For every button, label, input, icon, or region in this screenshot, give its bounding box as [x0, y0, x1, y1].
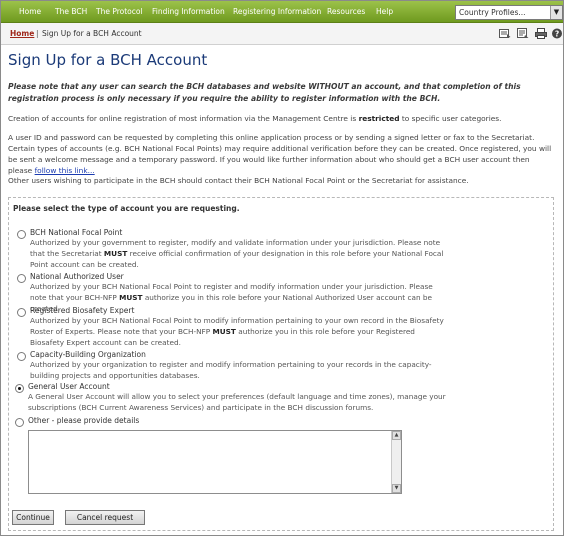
option-title-other: Other - please provide details: [28, 416, 140, 425]
form-heading: Please select the type of account you ar…: [13, 204, 240, 213]
intro-notice: Please note that any user can search the…: [8, 82, 521, 103]
desc-text-bold: MUST: [212, 326, 236, 336]
top-navigation-bar: Home The BCH The Protocol Finding Inform…: [1, 1, 563, 23]
restricted-paragraph: Creation of accounts for online registra…: [8, 113, 556, 124]
radio-bch-national-focal-point[interactable]: [17, 230, 26, 239]
radio-national-authorized-user[interactable]: [17, 274, 26, 283]
nav-registering-information[interactable]: Registering Information: [233, 7, 321, 16]
restricted-text-post: to specific user categories.: [399, 114, 502, 123]
breadcrumb: Home | Sign Up for a BCH Account ?: [1, 23, 563, 45]
nav-finding-information[interactable]: Finding Information: [152, 7, 225, 16]
document-icon[interactable]: [517, 28, 529, 39]
option-title-capacity-building-organization: Capacity-Building Organization: [30, 350, 146, 359]
option-title-general-user-account: General User Account: [28, 382, 110, 391]
help-icon[interactable]: ?: [551, 28, 563, 39]
print-icon[interactable]: [535, 28, 547, 39]
option-title-national-authorized-user: National Authorized User: [30, 272, 124, 281]
radio-general-user-account[interactable]: [15, 384, 24, 393]
radio-registered-biosafety-expert[interactable]: [17, 308, 26, 317]
breadcrumb-current: Sign Up for a BCH Account: [42, 29, 142, 38]
continue-button[interactable]: Continue: [12, 510, 54, 525]
nav-home[interactable]: Home: [19, 7, 41, 16]
chevron-down-icon[interactable]: ▼: [550, 6, 562, 19]
scroll-up-icon[interactable]: ▲: [392, 431, 401, 440]
breadcrumb-home-link[interactable]: Home: [10, 29, 34, 38]
desc-text-bold: MUST: [119, 292, 143, 302]
other-users-paragraph: Other users wishing to participate in th…: [8, 176, 469, 185]
radio-capacity-building-organization[interactable]: [17, 352, 26, 361]
radio-other[interactable]: [15, 418, 24, 427]
desc-text-bold: MUST: [103, 248, 128, 258]
option-desc-registered-biosafety-expert: Authorized by your BCH National Focal Po…: [30, 316, 448, 348]
option-title-registered-biosafety-expert: Registered Biosafety Expert: [30, 306, 135, 315]
option-desc-capacity-building-organization: Authorized by your organization to regis…: [30, 360, 432, 380]
country-profiles-select[interactable]: Country Profiles... ▼: [455, 5, 563, 20]
nav-help[interactable]: Help: [376, 7, 393, 16]
restricted-text-bold: restricted: [358, 114, 400, 123]
email-page-icon[interactable]: [499, 28, 511, 39]
follow-this-link[interactable]: follow this link...: [35, 166, 95, 175]
option-title-national-focal-point: BCH National Focal Point: [30, 228, 123, 237]
nav-the-protocol[interactable]: The Protocol: [96, 7, 143, 16]
option-desc-national-focal-point: Authorized by your government to registe…: [30, 238, 448, 270]
other-details-textarea[interactable]: ▲ ▼: [28, 430, 402, 494]
nav-resources[interactable]: Resources: [327, 7, 365, 16]
svg-text:?: ?: [555, 29, 559, 38]
userid-paragraph: A user ID and password can be requested …: [8, 132, 556, 176]
country-profiles-value: Country Profiles...: [459, 8, 526, 17]
nav-the-bch[interactable]: The BCH: [55, 7, 87, 16]
breadcrumb-separator: |: [36, 29, 39, 38]
option-desc-general-user-account: A General User Account will allow you to…: [28, 392, 446, 412]
cancel-request-button[interactable]: Cancel request: [65, 510, 145, 525]
scroll-down-icon[interactable]: ▼: [392, 484, 401, 493]
page-title: Sign Up for a BCH Account: [8, 51, 208, 69]
restricted-text-pre: Creation of accounts for online registra…: [8, 114, 359, 123]
textarea-scrollbar[interactable]: ▲ ▼: [391, 431, 401, 493]
